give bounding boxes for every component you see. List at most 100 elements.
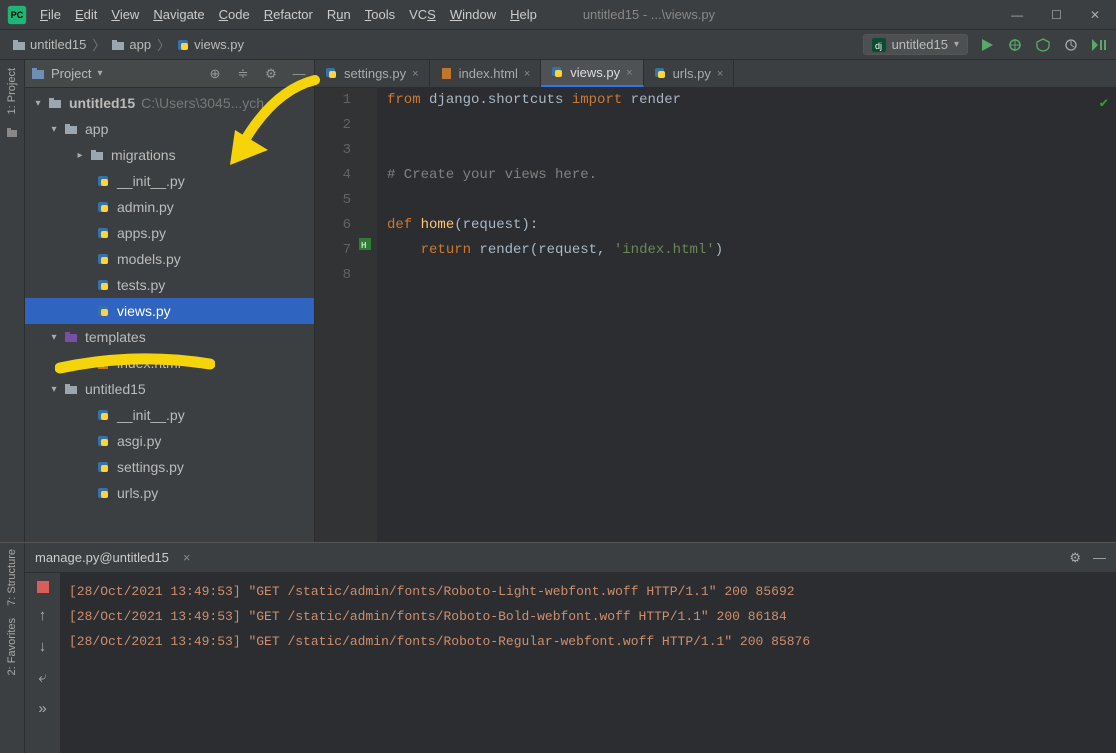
tree-file-apps[interactable]: apps.py (25, 220, 314, 246)
tree-file-init[interactable]: __init__.py (25, 168, 314, 194)
tree-file-index-html[interactable]: H index.html (25, 350, 314, 376)
profile-button[interactable] (1062, 36, 1080, 54)
tab-label: settings.py (344, 66, 406, 81)
close-window-button[interactable]: ✕ (1090, 8, 1100, 22)
python-file-icon (95, 277, 111, 293)
python-file-icon (325, 67, 338, 80)
menu-navigate[interactable]: Navigate (147, 4, 210, 25)
python-file-icon (95, 199, 111, 215)
menu-help[interactable]: Help (504, 4, 543, 25)
run-tab[interactable]: manage.py@untitled15 (35, 550, 169, 565)
run-configuration-dropdown[interactable]: dj untitled15 ▾ (863, 34, 968, 55)
window-title: untitled15 - ...\views.py (583, 7, 715, 22)
chevron-right-icon: 〉 (155, 35, 172, 54)
tab-urls[interactable]: urls.py × (644, 60, 735, 87)
html-file-icon: H (95, 355, 111, 371)
menu-vcs[interactable]: VCS (403, 4, 442, 25)
tree-file-admin[interactable]: admin.py (25, 194, 314, 220)
run-anything-icon[interactable] (1090, 36, 1108, 54)
python-file-icon (176, 38, 190, 52)
settings-icon[interactable]: ⚙ (262, 65, 280, 83)
python-file-icon (654, 67, 667, 80)
menu-view[interactable]: View (105, 4, 145, 25)
project-tool-button[interactable]: 1: Project (6, 60, 18, 122)
menu-refactor[interactable]: Refactor (258, 4, 319, 25)
tab-views[interactable]: views.py × (541, 60, 643, 87)
scroll-down-icon[interactable]: ↓ (39, 638, 47, 655)
menu-run[interactable]: Run (321, 4, 357, 25)
tab-index[interactable]: index.html × (430, 60, 542, 87)
navigation-bar: untitled15 〉 app 〉 views.py dj untitled1… (0, 30, 1116, 60)
scroll-up-icon[interactable]: ↑ (39, 607, 47, 624)
tree-file-tests[interactable]: tests.py (25, 272, 314, 298)
close-tab-icon[interactable]: × (412, 68, 418, 80)
locate-icon[interactable]: ⊕ (206, 65, 224, 83)
menu-file[interactable]: FFileile (34, 4, 67, 25)
tree-file-init2[interactable]: __init__.py (25, 402, 314, 428)
close-tab-icon[interactable]: × (717, 68, 723, 80)
menu-window[interactable]: Window (444, 4, 502, 25)
more-icon[interactable]: » (38, 700, 46, 717)
pycharm-logo-icon: PC (6, 4, 28, 26)
breadcrumb-pkg[interactable]: app (107, 37, 155, 52)
svg-text:H: H (361, 241, 366, 250)
tree-folder-app[interactable]: ▾ app (25, 116, 314, 142)
template-gutter-icon[interactable]: H (359, 238, 377, 250)
chevron-right-icon: ▸ (73, 150, 87, 161)
close-tab-icon[interactable]: × (524, 68, 530, 80)
python-file-icon (95, 173, 111, 189)
minimize-button[interactable]: — (1011, 8, 1023, 22)
run-settings-icon[interactable]: ⚙ (1069, 550, 1081, 566)
commit-tool-icon[interactable] (5, 126, 19, 140)
menu-tools[interactable]: Tools (359, 4, 401, 25)
run-console[interactable]: [28/Oct/2021 13:49:53] "GET /static/admi… (61, 573, 1116, 753)
expand-all-icon[interactable]: ≑ (234, 65, 252, 83)
run-button[interactable] (978, 36, 996, 54)
tree-file-models[interactable]: models.py (25, 246, 314, 272)
project-view-dropdown[interactable]: Project ▾ (31, 66, 103, 81)
tree-label: admin.py (117, 199, 174, 215)
breadcrumb-file[interactable]: views.py (172, 37, 248, 52)
code-content[interactable]: from django.shortcuts import render # Cr… (377, 88, 1116, 542)
menu-edit[interactable]: Edit (69, 4, 103, 25)
tree-label: index.html (117, 355, 181, 371)
breadcrumb-file-label: views.py (194, 37, 244, 52)
inspection-ok-icon[interactable]: ✔ (1100, 92, 1108, 117)
tree-file-urls[interactable]: urls.py (25, 480, 314, 506)
debug-button[interactable] (1006, 36, 1024, 54)
folder-icon (63, 121, 79, 137)
chevron-down-icon: ▾ (31, 98, 45, 109)
tree-label: views.py (117, 303, 171, 319)
tree-folder-project-pkg[interactable]: ▾ untitled15 (25, 376, 314, 402)
menu-code[interactable]: Code (213, 4, 256, 25)
close-tab-icon[interactable]: × (626, 67, 632, 79)
soft-wrap-icon[interactable]: ⤶ (38, 669, 46, 686)
python-file-icon (95, 303, 111, 319)
hide-run-panel-icon[interactable]: — (1093, 550, 1106, 566)
chevron-down-icon: ▾ (47, 384, 61, 395)
coverage-button[interactable] (1034, 36, 1052, 54)
tab-settings[interactable]: settings.py × (315, 60, 430, 87)
marker-gutter: H (359, 88, 377, 542)
svg-text:H: H (99, 362, 104, 369)
structure-tool-button[interactable]: 7: Structure (6, 543, 18, 612)
tree-file-views[interactable]: views.py (25, 298, 314, 324)
project-tree[interactable]: ▾ untitled15 C:\Users\3045...ych ▾ app ▸… (25, 88, 314, 542)
tree-label: apps.py (117, 225, 166, 241)
run-toolbar: ↑ ↓ ⤶ » (25, 573, 61, 753)
maximize-button[interactable]: ☐ (1051, 8, 1062, 22)
code-editor[interactable]: 1 2 3 4 5 6 7 8 H from django.shortcuts … (315, 88, 1116, 542)
tree-file-asgi[interactable]: asgi.py (25, 428, 314, 454)
breadcrumb-root-label: untitled15 (30, 37, 86, 52)
tree-file-settings[interactable]: settings.py (25, 454, 314, 480)
tree-folder-migrations[interactable]: ▸ migrations (25, 142, 314, 168)
close-run-tab-icon[interactable]: × (183, 550, 191, 565)
tree-folder-templates[interactable]: ▾ templates (25, 324, 314, 350)
tree-root[interactable]: ▾ untitled15 C:\Users\3045...ych (25, 90, 314, 116)
tab-label: urls.py (673, 66, 711, 81)
stop-button[interactable] (37, 581, 49, 593)
hide-panel-icon[interactable]: — (290, 65, 308, 83)
breadcrumb-root[interactable]: untitled15 (8, 37, 90, 52)
favorites-tool-button[interactable]: 2: Favorites (6, 612, 18, 681)
folder-icon (63, 381, 79, 397)
